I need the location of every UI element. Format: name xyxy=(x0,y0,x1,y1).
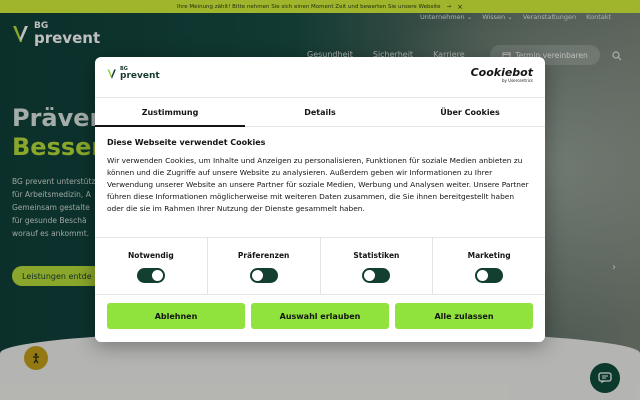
dialog-heading: Diese Webseite verwendet Cookies xyxy=(107,138,266,147)
dialog-logo-bottom: prevent xyxy=(120,71,160,81)
pref-label: Marketing xyxy=(467,251,511,260)
dialog-text: Wir verwenden Cookies, um Inhalte und An… xyxy=(107,156,529,213)
pref-label: Statistiken xyxy=(353,251,400,260)
cookiebot-logo[interactable]: Cookiebot by Usercentrics xyxy=(471,67,533,83)
pref-statistiken: Statistiken xyxy=(321,238,434,294)
praeferenzen-toggle[interactable] xyxy=(249,268,278,283)
statistiken-toggle[interactable] xyxy=(362,268,391,283)
notwendig-toggle[interactable] xyxy=(136,268,165,283)
pref-label: Notwendig xyxy=(128,251,174,260)
cookiebot-brand: Cookiebot xyxy=(470,66,533,79)
dialog-logo: BG prevent xyxy=(107,67,160,81)
cookie-dialog: BG prevent Cookiebot by Usercentrics Zus… xyxy=(95,57,545,342)
tab-zustimmung[interactable]: Zustimmung xyxy=(95,98,245,127)
dialog-tabs: Zustimmung Details Über Cookies xyxy=(95,97,545,127)
pref-praeferenzen: Präferenzen xyxy=(208,238,321,294)
tab-details[interactable]: Details xyxy=(245,98,395,126)
dialog-actions: Ablehnen Auswahl erlauben Alle zulassen xyxy=(107,303,533,329)
deny-button[interactable]: Ablehnen xyxy=(107,303,245,329)
logo-mark-icon xyxy=(107,69,116,79)
pref-notwendig: Notwendig xyxy=(95,238,208,294)
marketing-toggle[interactable] xyxy=(475,268,504,283)
pref-marketing: Marketing xyxy=(433,238,545,294)
allow-selection-button[interactable]: Auswahl erlauben xyxy=(251,303,389,329)
dialog-body: Diese Webseite verwendet Cookies Wir ver… xyxy=(107,138,533,215)
pref-label: Präferenzen xyxy=(237,251,290,260)
allow-all-button[interactable]: Alle zulassen xyxy=(395,303,533,329)
tab-ueber-cookies[interactable]: Über Cookies xyxy=(395,98,545,126)
cookie-preferences: Notwendig Präferenzen Statistiken Market… xyxy=(95,237,545,295)
